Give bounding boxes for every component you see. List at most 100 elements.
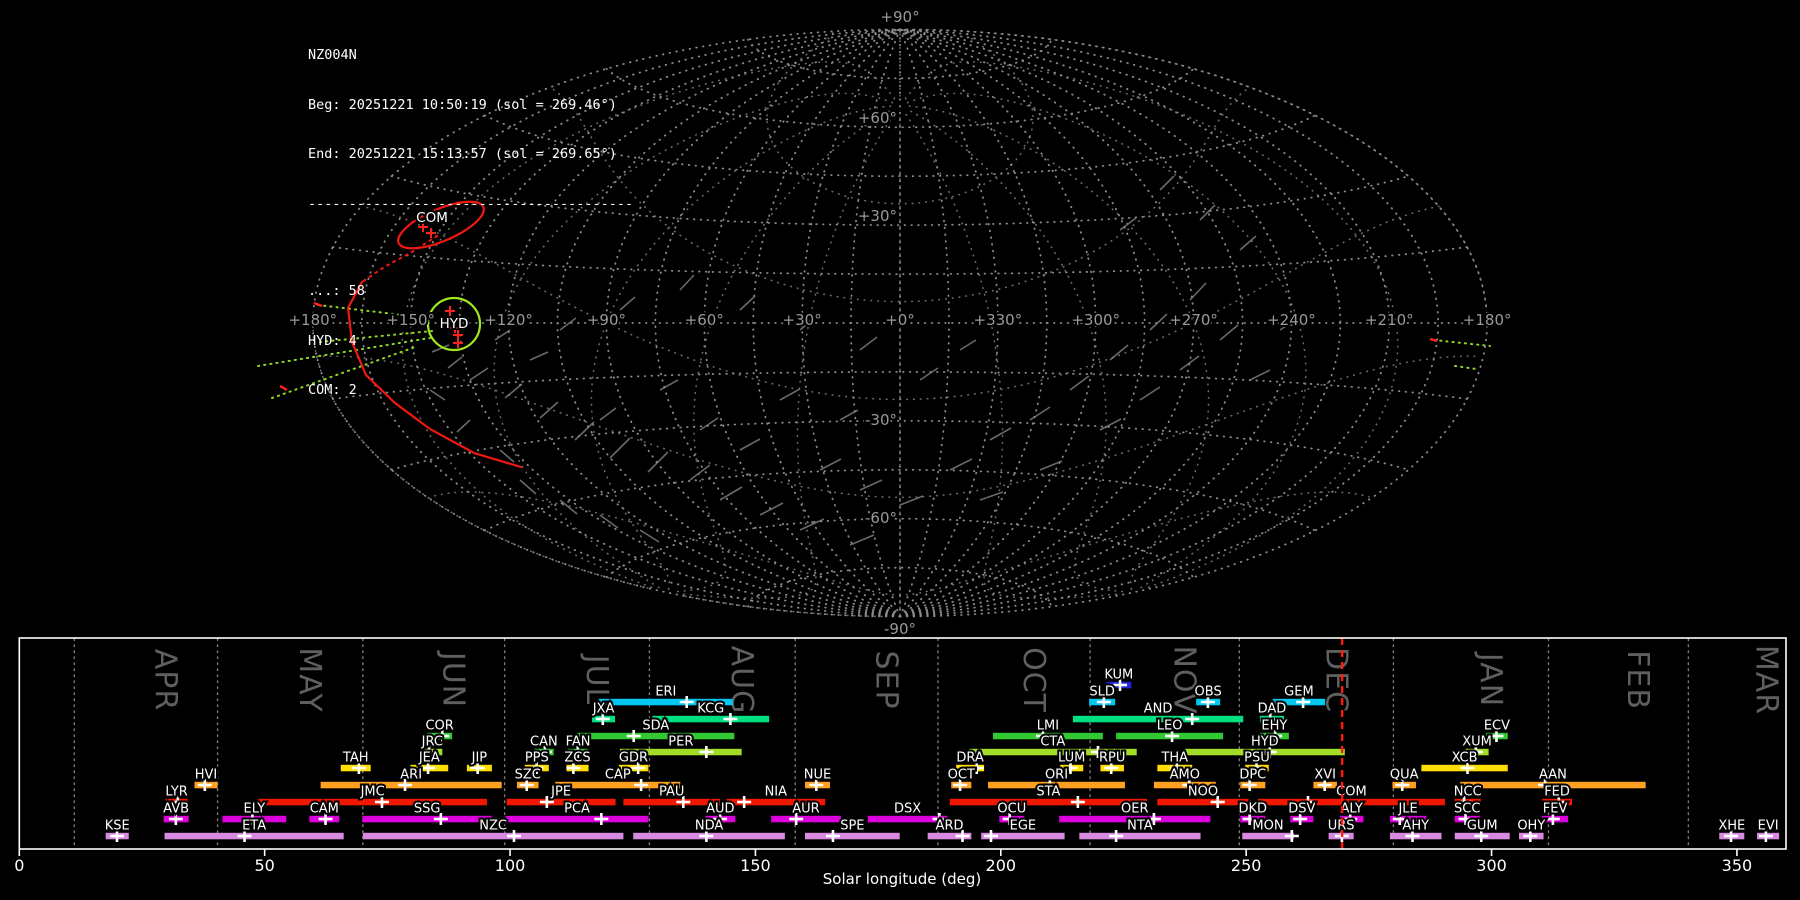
shower-label-NTA: NTA	[1127, 819, 1153, 834]
shower-label-KCG: KCG	[697, 702, 724, 717]
shower-label-ELY: ELY	[244, 802, 266, 817]
sky-map-and-timeline-plot: +90°+60°+30°-30°-60°-90°+180° +150° +120° +…	[14, 6, 1787, 888]
longitude-label: +0°	[885, 311, 915, 329]
sporadic-meteor-segment	[647, 451, 669, 473]
equatorial-gridline	[590, 105, 893, 591]
shower-label-OER: OER	[1121, 802, 1148, 817]
shower-label-SZC: SZC	[515, 768, 541, 783]
station-id: NZ004N	[308, 47, 357, 63]
meteor-observation-screen: +90° +60° +30° -30° -60° -90° +180° +150° +120° +…	[0, 0, 1800, 900]
sporadic-meteor-segment	[959, 339, 977, 351]
shower-bar-SDA	[577, 732, 735, 740]
sporadic-meteor-segment	[989, 427, 1012, 441]
sporadic-meteor-segment	[1029, 406, 1051, 421]
sporadic-meteor-segment	[1159, 175, 1175, 191]
shower-label-CTA: CTA	[1040, 735, 1065, 750]
equatorial-gridline	[903, 110, 1117, 600]
x-tick-label: 0	[14, 856, 24, 875]
shower-label-AND: AND	[1144, 702, 1173, 717]
shower-label-PPS: PPS	[525, 751, 549, 766]
count-com: COM: 2	[308, 382, 357, 398]
equatorial-gridline	[605, 205, 1440, 401]
shower-bar-SSG	[362, 815, 492, 823]
shower-label-JRC: JRC	[421, 735, 443, 750]
separator-line: ----------------------------------------	[308, 195, 634, 212]
shower-label-HVI: HVI	[195, 768, 218, 783]
month-label: MAR	[1749, 645, 1784, 715]
shower-label-DRA: DRA	[956, 751, 984, 766]
shower-label-PAU: PAU	[659, 785, 684, 800]
sporadic-meteor-segment	[819, 458, 842, 471]
shower-label-CAN: CAN	[530, 735, 558, 750]
shower-label-PER: PER	[668, 735, 693, 750]
shower-label-ECV: ECV	[1484, 719, 1510, 734]
shower-label-NCC: NCC	[1454, 785, 1482, 800]
shower-label-DPC: DPC	[1239, 768, 1266, 783]
meteor-begin-tick	[1429, 337, 1438, 343]
shower-bar-AUR	[771, 815, 841, 823]
shower-label-AVB: AVB	[163, 802, 189, 817]
sporadic-meteor-segment	[1199, 204, 1216, 221]
longitude-label: +240°	[1267, 311, 1316, 329]
sporadic-meteor-segment	[1239, 235, 1257, 251]
equatorial-gridline	[907, 105, 1210, 591]
x-tick-label: 50	[254, 856, 274, 875]
month-label: JUN	[435, 650, 470, 708]
sporadic-meteor-segment	[689, 464, 711, 481]
month-label: MAY	[292, 647, 327, 712]
shower-label-NDA: NDA	[695, 819, 724, 834]
sporadic-meteor-segment	[1149, 313, 1168, 331]
shower-label-FAN: FAN	[566, 735, 591, 750]
sporadic-meteor-segment	[499, 449, 515, 463]
shower-label-STA: STA	[1036, 785, 1060, 800]
meteor-begin-tick	[279, 384, 288, 392]
shower-label-NIA: NIA	[765, 785, 788, 800]
shower-label-ORI: ORI	[1045, 768, 1068, 783]
shower-bar-JMC	[258, 798, 487, 806]
shower-label-XVI: XVI	[1314, 768, 1336, 783]
shower-label-CAM: CAM	[310, 802, 339, 817]
shower-label-THA: THA	[1160, 751, 1188, 766]
x-tick-label: 300	[1476, 856, 1507, 875]
shower-label-PSU: PSU	[1244, 751, 1270, 766]
shower-label-PCA: PCA	[564, 802, 590, 817]
shower-label-OBS: OBS	[1195, 685, 1222, 700]
sporadic-meteor-segment	[919, 367, 939, 381]
longitude-label: +270°	[1169, 311, 1218, 329]
month-label: OCT	[1016, 647, 1051, 713]
shower-label-CAP: CAP	[605, 768, 631, 783]
shower-bar-NTA	[1079, 832, 1201, 840]
shower-label-GEM: GEM	[1284, 685, 1314, 700]
sporadic-meteor-segment	[739, 438, 761, 451]
shower-label-JLE: JLE	[1397, 802, 1417, 817]
end-time-line: End: 20251221 15:13:57 (sol = 269.65°)	[308, 146, 617, 162]
begin-time-line: Beg: 20251221 10:50:19 (sol = 269.46°)	[308, 96, 617, 113]
shower-label-COR: COR	[425, 719, 453, 734]
month-label: APR	[147, 649, 182, 711]
sporadic-meteor-segment	[859, 336, 878, 351]
sporadic-meteor-segment	[609, 437, 631, 459]
shower-label-HYD: HYD	[1251, 735, 1279, 750]
shower-label-NZC: NZC	[479, 819, 507, 834]
shower-label-NUE: NUE	[804, 768, 831, 783]
shower-label-ZCS: ZCS	[564, 751, 590, 766]
shower-label-FEV: FEV	[1543, 802, 1568, 817]
x-tick-label: 250	[1231, 856, 1262, 875]
x-axis-title: Solar longitude (deg)	[823, 870, 981, 888]
timeline-panel: APR MAY JUN JUL AUG SEP OCT NOV DEC JAN FEB MARKUME…	[14, 637, 1787, 888]
equatorial-gridline	[630, 491, 1370, 597]
shower-label-DSX: DSX	[894, 802, 921, 817]
latitude-label: -30°	[865, 411, 897, 429]
shower-label-LYR: LYR	[165, 785, 188, 800]
sporadic-meteor-segment	[949, 458, 973, 471]
shower-label-SCC: SCC	[1454, 802, 1480, 817]
shower-label-AUD: AUD	[706, 802, 734, 817]
shower-label-JMC: JMC	[360, 785, 385, 800]
sporadic-meteor-segment	[699, 417, 719, 431]
shower-label-KUM: KUM	[1104, 668, 1133, 683]
longitude-label: +210°	[1365, 311, 1414, 329]
shower-label-COM: COM	[1336, 785, 1367, 800]
sporadic-meteor-segment	[1219, 324, 1239, 341]
equatorial-gridline	[766, 32, 834, 148]
shower-label-LEO: LEO	[1157, 719, 1183, 734]
